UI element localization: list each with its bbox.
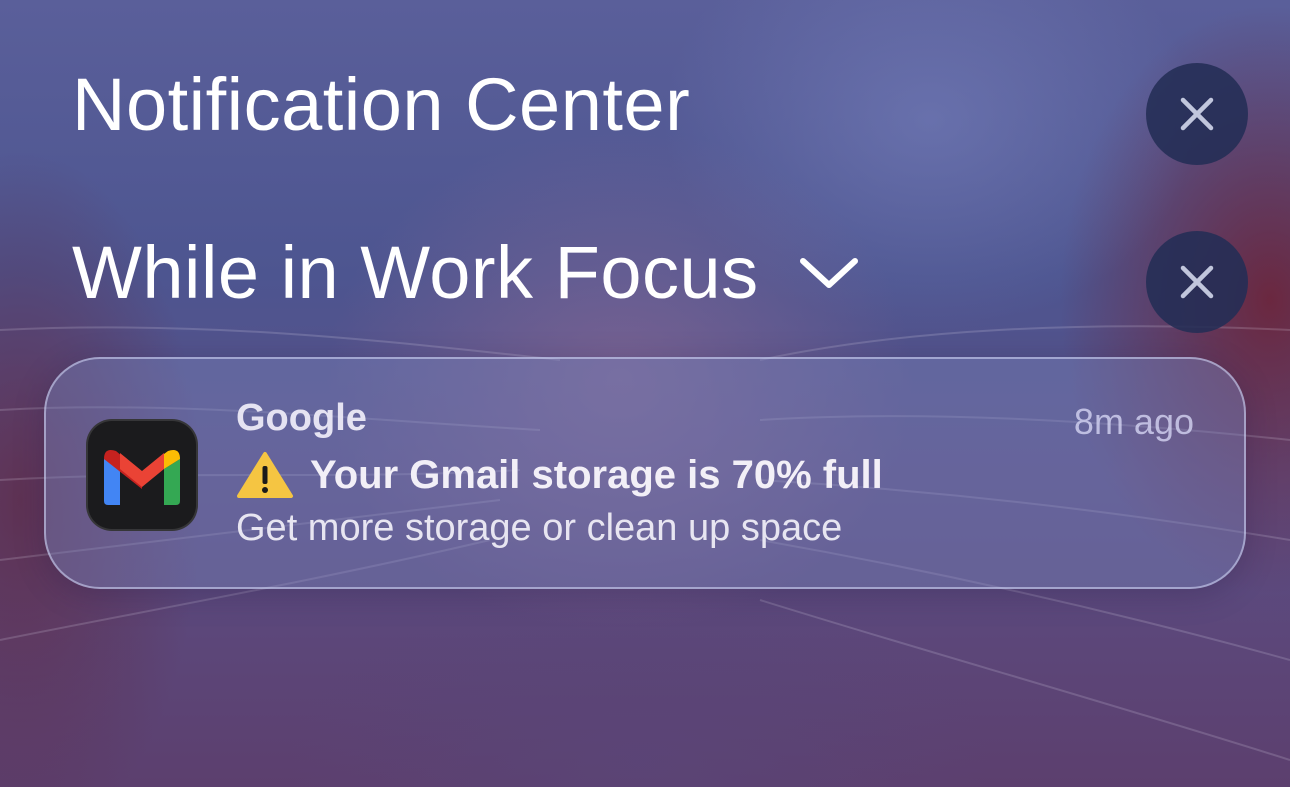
notification-timestamp: 8m ago	[1073, 401, 1194, 442]
notification-center-header: Notification Center	[72, 62, 690, 147]
warning-icon	[237, 452, 293, 498]
notification-card[interactable]: Google 8m ago Your Gmail storage is 70% …	[44, 357, 1246, 589]
focus-group-title: While in Work Focus	[72, 231, 759, 314]
focus-group-close-button[interactable]	[1146, 231, 1248, 333]
focus-group-header[interactable]: While in Work Focus	[72, 230, 859, 315]
notification-body: Get more storage or clean up space	[236, 507, 843, 549]
page-title: Notification Center	[72, 63, 691, 146]
gmail-icon	[86, 419, 198, 531]
clear-all-button[interactable]	[1146, 63, 1248, 165]
notification-title: Your Gmail storage is 70% full	[236, 451, 883, 499]
close-icon	[1180, 265, 1214, 299]
close-icon	[1180, 97, 1214, 131]
notification-app-name: Google	[236, 397, 367, 439]
chevron-down-icon[interactable]	[799, 253, 859, 293]
notification-title-text: Your Gmail storage is 70% full	[310, 452, 883, 497]
